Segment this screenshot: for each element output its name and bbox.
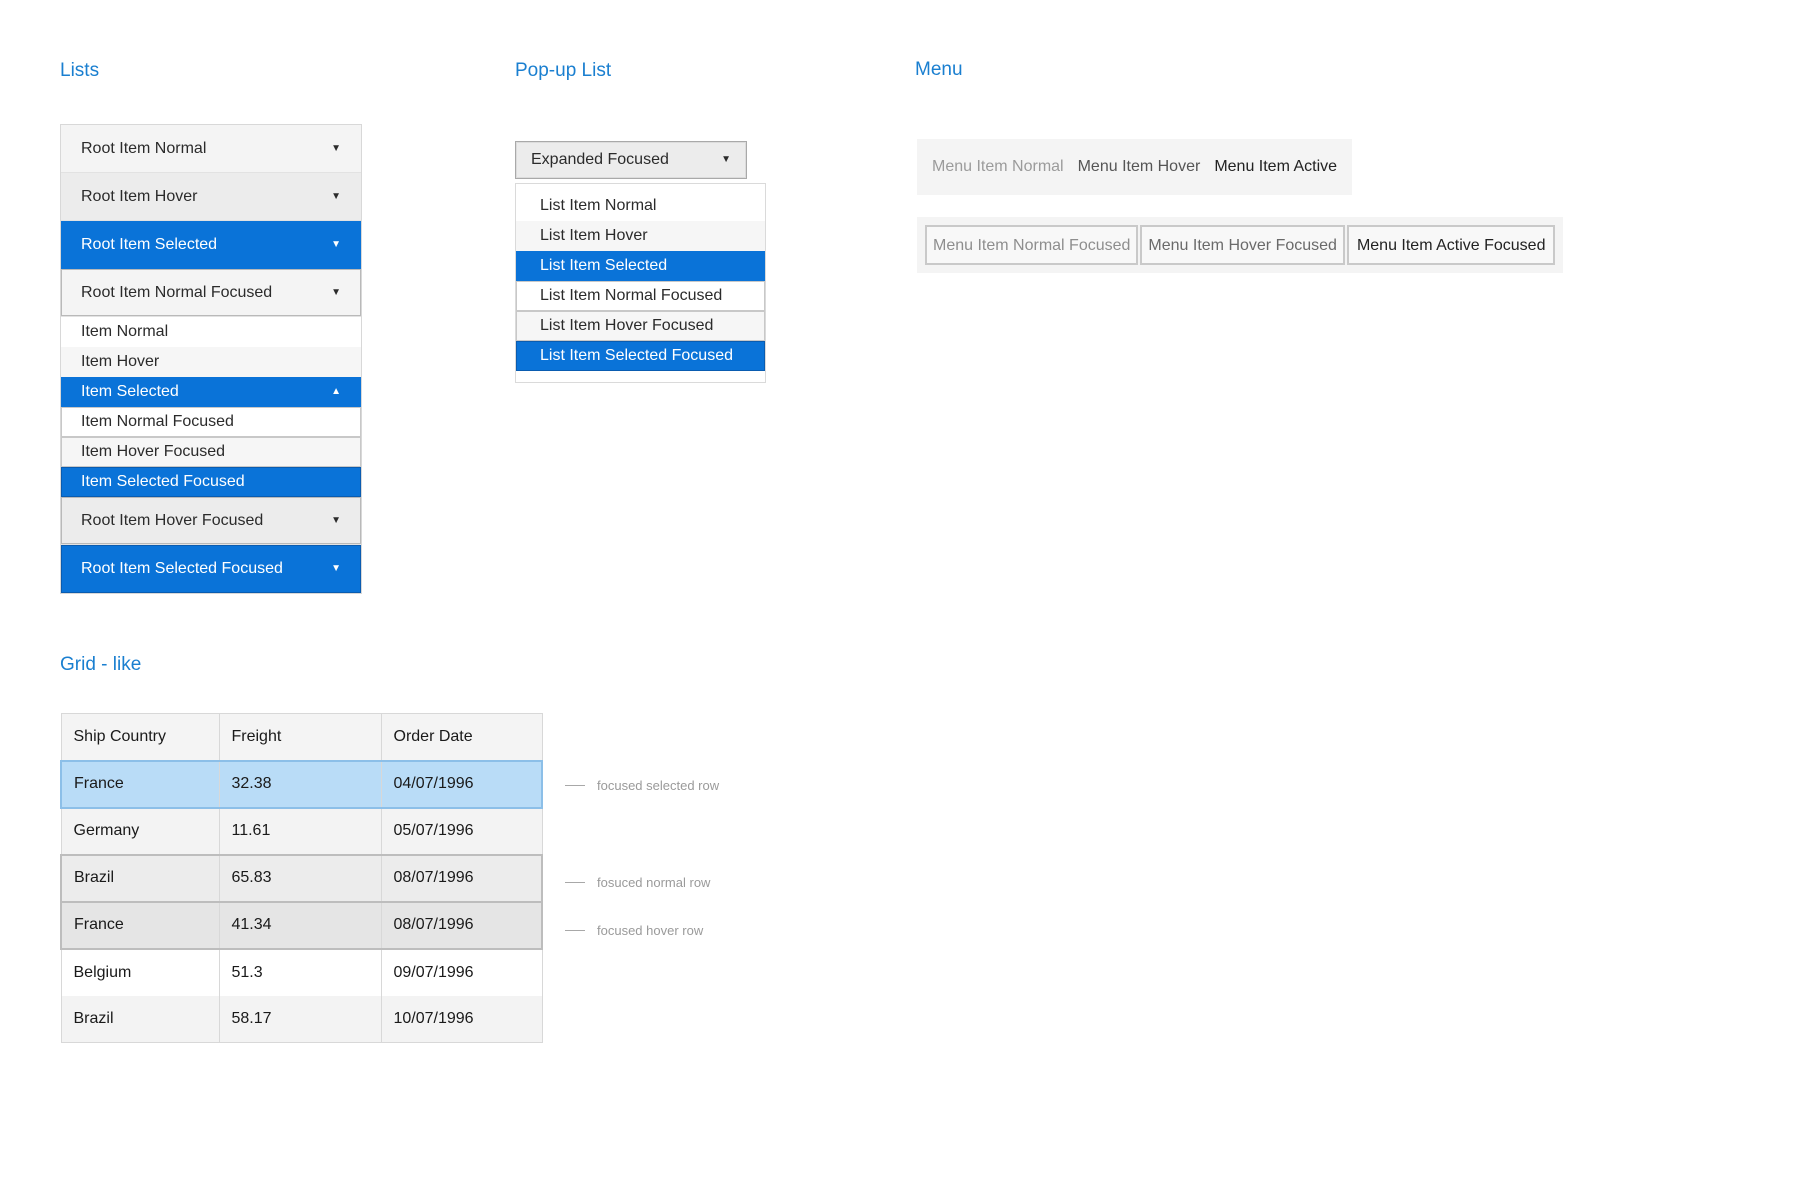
annotation-focused-normal-row: fosuced normal row [565, 875, 710, 890]
root-item-hover-focused[interactable]: Root Item Hover Focused ▼ [61, 497, 361, 545]
root-item-label: Root Item Hover Focused [81, 512, 264, 529]
popup-list-title: Pop-up List [515, 60, 612, 81]
cell-ship-country: Brazil [60, 853, 219, 903]
popup-item-hover[interactable]: List Item Hover [516, 221, 765, 251]
list-item-label: Item Normal [81, 323, 169, 340]
menu-item-active[interactable]: Menu Item Active [1214, 158, 1337, 176]
table-row[interactable]: France 32.38 04/07/1996 [60, 759, 543, 809]
cell-ship-country: France [60, 900, 219, 950]
cell-freight: 58.17 [218, 995, 381, 1043]
expanded-dropdown[interactable]: Expanded Focused ▼ [515, 141, 747, 179]
popup-item-label: List Item Normal Focused [540, 287, 723, 304]
menu-title: Menu [915, 59, 963, 80]
root-item-label: Root Item Selected [81, 236, 218, 253]
lists-title: Lists [60, 60, 100, 81]
column-header-order-date[interactable]: Order Date [380, 713, 542, 761]
cell-freight: 11.61 [218, 807, 381, 855]
root-item-selected-focused[interactable]: Root Item Selected Focused ▼ [61, 545, 361, 593]
table-row[interactable]: Brazil 58.17 10/07/1996 [61, 995, 542, 1043]
table-row[interactable]: France 41.34 08/07/1996 [60, 900, 543, 950]
menu-bar: Menu Item Normal Menu Item Hover Menu It… [917, 139, 1353, 195]
triangle-down-icon: ▼ [331, 239, 341, 250]
root-item-label: Root Item Selected Focused [81, 560, 283, 577]
table-row[interactable]: Belgium 51.3 09/07/1996 [61, 948, 542, 996]
popup-item-label: List Item Hover [540, 227, 648, 244]
annotation-dash [565, 785, 585, 786]
root-item-label: Root Item Hover [81, 188, 198, 205]
table-row[interactable]: Germany 11.61 05/07/1996 [61, 807, 542, 855]
root-item-normal-focused[interactable]: Root Item Normal Focused ▼ [61, 269, 361, 317]
popup-item-normal-focused[interactable]: List Item Normal Focused [516, 281, 765, 311]
popup-item-selected-focused[interactable]: List Item Selected Focused [516, 341, 765, 371]
cell-ship-country: Belgium [61, 948, 219, 996]
annotation-label: focused hover row [597, 923, 704, 938]
cell-freight: 65.83 [218, 853, 381, 903]
popup-item-normal[interactable]: List Item Normal [516, 191, 765, 221]
cell-order-date: 04/07/1996 [380, 759, 543, 809]
list-item-hover-focused[interactable]: Item Hover Focused [61, 437, 361, 467]
cell-order-date: 09/07/1996 [380, 948, 542, 996]
annotation-focused-hover-row: focused hover row [565, 923, 703, 938]
dropdown-label: Expanded Focused [531, 151, 669, 168]
cell-ship-country: France [60, 759, 219, 809]
menu-item-active-focused[interactable]: Menu Item Active Focused [1346, 225, 1556, 265]
grid-title: Grid - like [60, 654, 142, 675]
tree-list: Root Item Normal ▼ Root Item Hover ▼ Roo… [60, 124, 362, 594]
root-item-normal[interactable]: Root Item Normal ▼ [61, 125, 361, 173]
root-item-hover[interactable]: Root Item Hover ▼ [61, 173, 361, 221]
table-row[interactable]: Brazil 65.83 08/07/1996 [60, 853, 543, 903]
column-header-freight[interactable]: Freight [218, 713, 381, 761]
list-item-label: Item Normal Focused [81, 413, 234, 430]
list-item-normal[interactable]: Item Normal [61, 317, 361, 347]
popup-list: List Item Normal List Item Hover List It… [515, 183, 766, 383]
triangle-down-icon: ▼ [331, 191, 341, 202]
annotation-focused-selected-row: focused selected row [565, 778, 719, 793]
grid-header-row: Ship Country Freight Order Date [61, 713, 542, 761]
root-item-selected[interactable]: Root Item Selected ▼ [61, 221, 361, 269]
triangle-down-icon: ▼ [331, 287, 341, 298]
popup-item-selected[interactable]: List Item Selected [516, 251, 765, 281]
list-item-normal-focused[interactable]: Item Normal Focused [61, 407, 361, 437]
list-item-selected[interactable]: Item Selected ▲ [61, 377, 361, 407]
list-item-label: Item Hover Focused [81, 443, 226, 460]
cell-ship-country: Brazil [61, 995, 219, 1043]
menu-bar-focused: Menu Item Normal Focused Menu Item Hover… [917, 217, 1564, 273]
cell-freight: 41.34 [218, 900, 381, 950]
menu-item-hover-focused[interactable]: Menu Item Hover Focused [1140, 225, 1345, 265]
list-item-selected-focused[interactable]: Item Selected Focused [61, 467, 361, 497]
column-header-ship-country[interactable]: Ship Country [61, 713, 219, 761]
popup-item-hover-focused[interactable]: List Item Hover Focused [516, 311, 765, 341]
popup-item-label: List Item Hover Focused [540, 317, 714, 334]
popup-item-label: List Item Selected Focused [540, 347, 733, 364]
annotation-label: fosuced normal row [597, 875, 711, 890]
triangle-up-icon: ▲ [331, 386, 341, 397]
cell-freight: 51.3 [218, 948, 381, 996]
annotation-label: focused selected row [597, 778, 720, 793]
cell-order-date: 05/07/1996 [380, 807, 542, 855]
cell-freight: 32.38 [218, 759, 381, 809]
triangle-down-icon: ▼ [331, 563, 341, 574]
cell-order-date: 08/07/1996 [380, 900, 543, 950]
list-item-label: Item Selected Focused [81, 473, 245, 490]
triangle-down-icon: ▼ [331, 143, 341, 154]
cell-order-date: 10/07/1996 [380, 995, 542, 1043]
list-item-label: Item Hover [81, 353, 160, 370]
list-item-label: Item Selected [81, 383, 179, 400]
menu-item-normal-focused[interactable]: Menu Item Normal Focused [925, 225, 1139, 265]
cell-ship-country: Germany [61, 807, 219, 855]
popup-item-label: List Item Selected [540, 257, 668, 274]
root-item-label: Root Item Normal [81, 140, 207, 157]
triangle-down-icon: ▼ [721, 154, 731, 165]
list-item-hover[interactable]: Item Hover [61, 347, 361, 377]
root-item-label: Root Item Normal Focused [81, 284, 273, 301]
menu-item-hover[interactable]: Menu Item Hover [1078, 158, 1201, 176]
annotation-dash [565, 930, 585, 931]
triangle-down-icon: ▼ [331, 515, 341, 526]
menu-item-normal[interactable]: Menu Item Normal [932, 158, 1064, 176]
popup-item-label: List Item Normal [540, 197, 657, 214]
data-grid: Ship Country Freight Order Date France 3… [60, 713, 543, 1043]
cell-order-date: 08/07/1996 [380, 853, 543, 903]
annotation-dash [565, 882, 585, 883]
